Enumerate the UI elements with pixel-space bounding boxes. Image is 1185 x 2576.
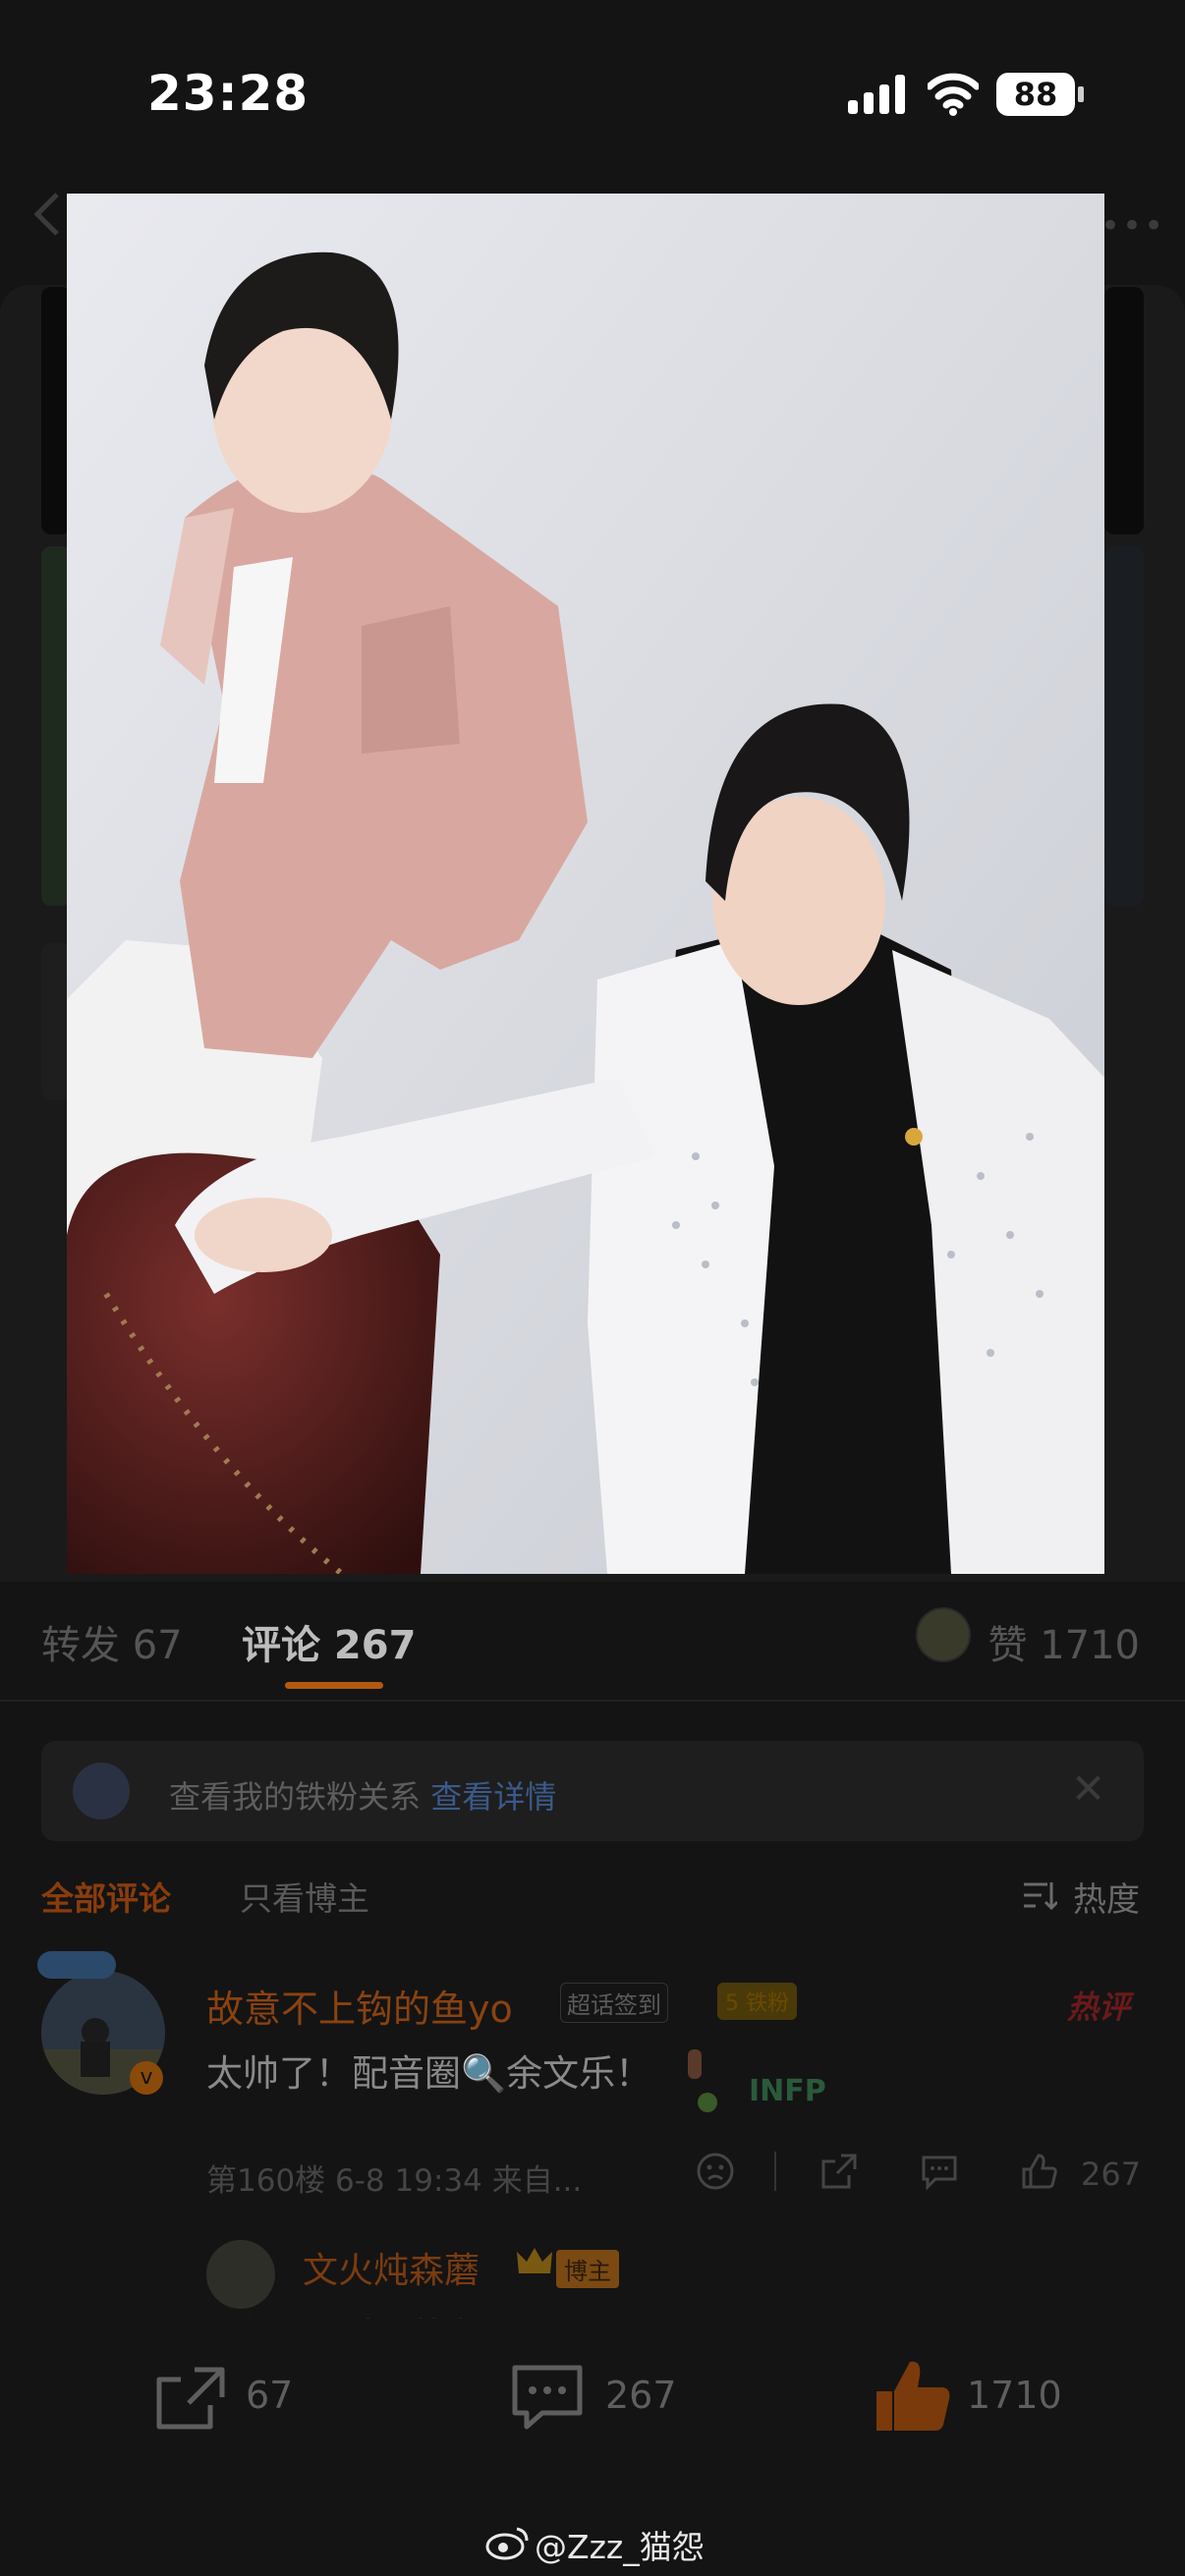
fan-banner-text: 查看我的铁粉关系 查看详情 [169, 1772, 556, 1818]
action-divider [774, 2152, 776, 2191]
sticker-text: INFP [749, 2074, 826, 2108]
battery-level: 88 [996, 73, 1075, 116]
verified-icon: v [130, 2061, 163, 2095]
comment-like-count: 267 [1081, 2156, 1142, 2193]
active-tab-indicator [285, 1682, 383, 1689]
fan-banner-link[interactable]: 查看详情 [430, 1778, 556, 1816]
repost-count[interactable]: 67 [246, 2374, 293, 2417]
share-icon[interactable] [819, 2152, 859, 2191]
comment-count[interactable]: 267 [605, 2374, 677, 2417]
background-thumbnail [1104, 546, 1144, 906]
crown-icon [515, 2244, 554, 2279]
background-thumbnail [1104, 287, 1144, 534]
sort-by-hot[interactable]: 热度 [1073, 1873, 1140, 1921]
back-chevron-icon[interactable] [31, 193, 61, 236]
liker-avatar [916, 1607, 971, 1662]
reply-icon[interactable] [920, 2152, 959, 2191]
reply-avatar[interactable] [206, 2240, 275, 2309]
comment-username[interactable]: 故意不上钩的鱼yo [206, 1979, 513, 2033]
tab-like[interactable]: 赞 1710 [988, 1613, 1140, 1670]
like-icon[interactable] [1020, 2152, 1059, 2191]
comment-icon[interactable] [509, 2362, 586, 2433]
blogger-tag: 博主 [556, 2250, 619, 2288]
filter-all-comments[interactable]: 全部评论 [41, 1873, 171, 1920]
fan-banner-label: 查看我的铁粉关系 [169, 1778, 422, 1816]
more-icon[interactable]: ••• [1100, 206, 1165, 246]
comment-sticker: INFP [668, 2040, 835, 2118]
sort-icon[interactable] [1022, 1878, 1059, 1912]
tab-comment[interactable]: 评论 267 [242, 1613, 416, 1670]
wifi-icon [926, 71, 981, 116]
tab-repost[interactable]: 转发 67 [41, 1613, 183, 1670]
close-icon[interactable]: ✕ [1071, 1764, 1105, 1813]
reply-username[interactable]: 文火炖森蘑 [303, 2242, 480, 2293]
interaction-tabs: 转发 67 评论 267 赞 1710 [0, 1578, 1185, 1696]
thumbs-up-icon[interactable] [873, 2356, 953, 2435]
hot-comment-label: 热评 [1067, 1988, 1131, 2026]
comment-text: 太帅了！配音圈🔍余文乐！ [206, 2052, 652, 2095]
watermark: @Zzz_猫怨 [535, 2528, 705, 2566]
viewer-photo[interactable] [67, 194, 1104, 1574]
avatar-frame-badge [37, 1951, 116, 1979]
battery-tip [1078, 86, 1084, 102]
fan-badge-icon [73, 1763, 130, 1820]
cellular-signal-icon [848, 75, 907, 114]
divider [0, 1700, 1185, 1702]
repost-icon[interactable] [153, 2364, 228, 2433]
comment-meta: 第160楼 6-8 19:34 来自... [206, 2163, 583, 2199]
weibo-logo-icon [485, 2525, 531, 2560]
fan-level-tag: 5 铁粉 [717, 1983, 797, 2020]
checkin-tag: 超话签到 [560, 1983, 668, 2023]
like-count[interactable]: 1710 [967, 2374, 1062, 2417]
emoji-icon[interactable] [696, 2152, 735, 2191]
status-time: 23:28 [147, 65, 310, 122]
filter-blogger-only[interactable]: 只看博主 [240, 1873, 369, 1920]
